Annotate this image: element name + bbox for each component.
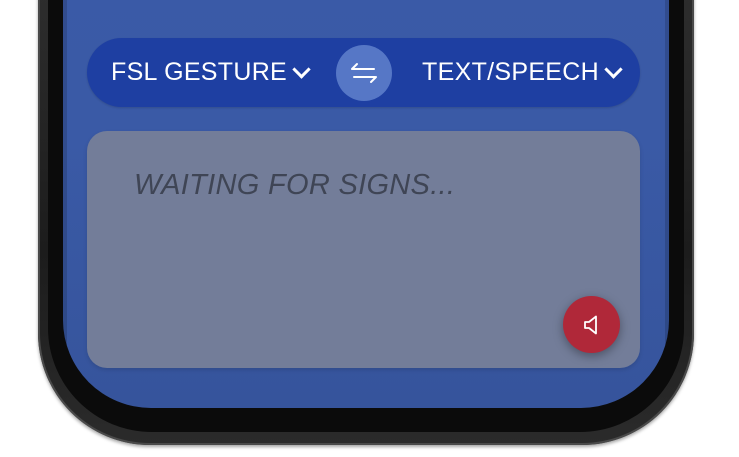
target-language-label: TEXT/SPEECH	[422, 58, 599, 86]
screen-edge-right	[665, 0, 669, 408]
output-placeholder-text: WAITING FOR SIGNS...	[134, 169, 456, 201]
translation-output-panel: WAITING FOR SIGNS...	[87, 131, 640, 368]
speak-button[interactable]	[563, 296, 620, 353]
source-language-label: FSL GESTURE	[111, 58, 288, 86]
speaker-icon	[583, 315, 597, 334]
source-language-dropdown[interactable]: FSL GESTURE	[111, 38, 311, 107]
screen-edge-left	[63, 0, 67, 408]
language-selector-bar: FSL GESTURE TEXT/SPEECH	[87, 38, 640, 107]
chevron-down-icon	[292, 60, 311, 79]
target-language-dropdown[interactable]: TEXT/SPEECH	[422, 38, 623, 107]
swap-languages-button[interactable]	[336, 45, 392, 101]
screenshot-stage: FSL GESTURE TEXT/SPEECH WAITING FOR SIGN…	[0, 0, 739, 457]
chevron-down-icon	[604, 60, 623, 79]
swap-arrows-icon	[351, 63, 377, 83]
